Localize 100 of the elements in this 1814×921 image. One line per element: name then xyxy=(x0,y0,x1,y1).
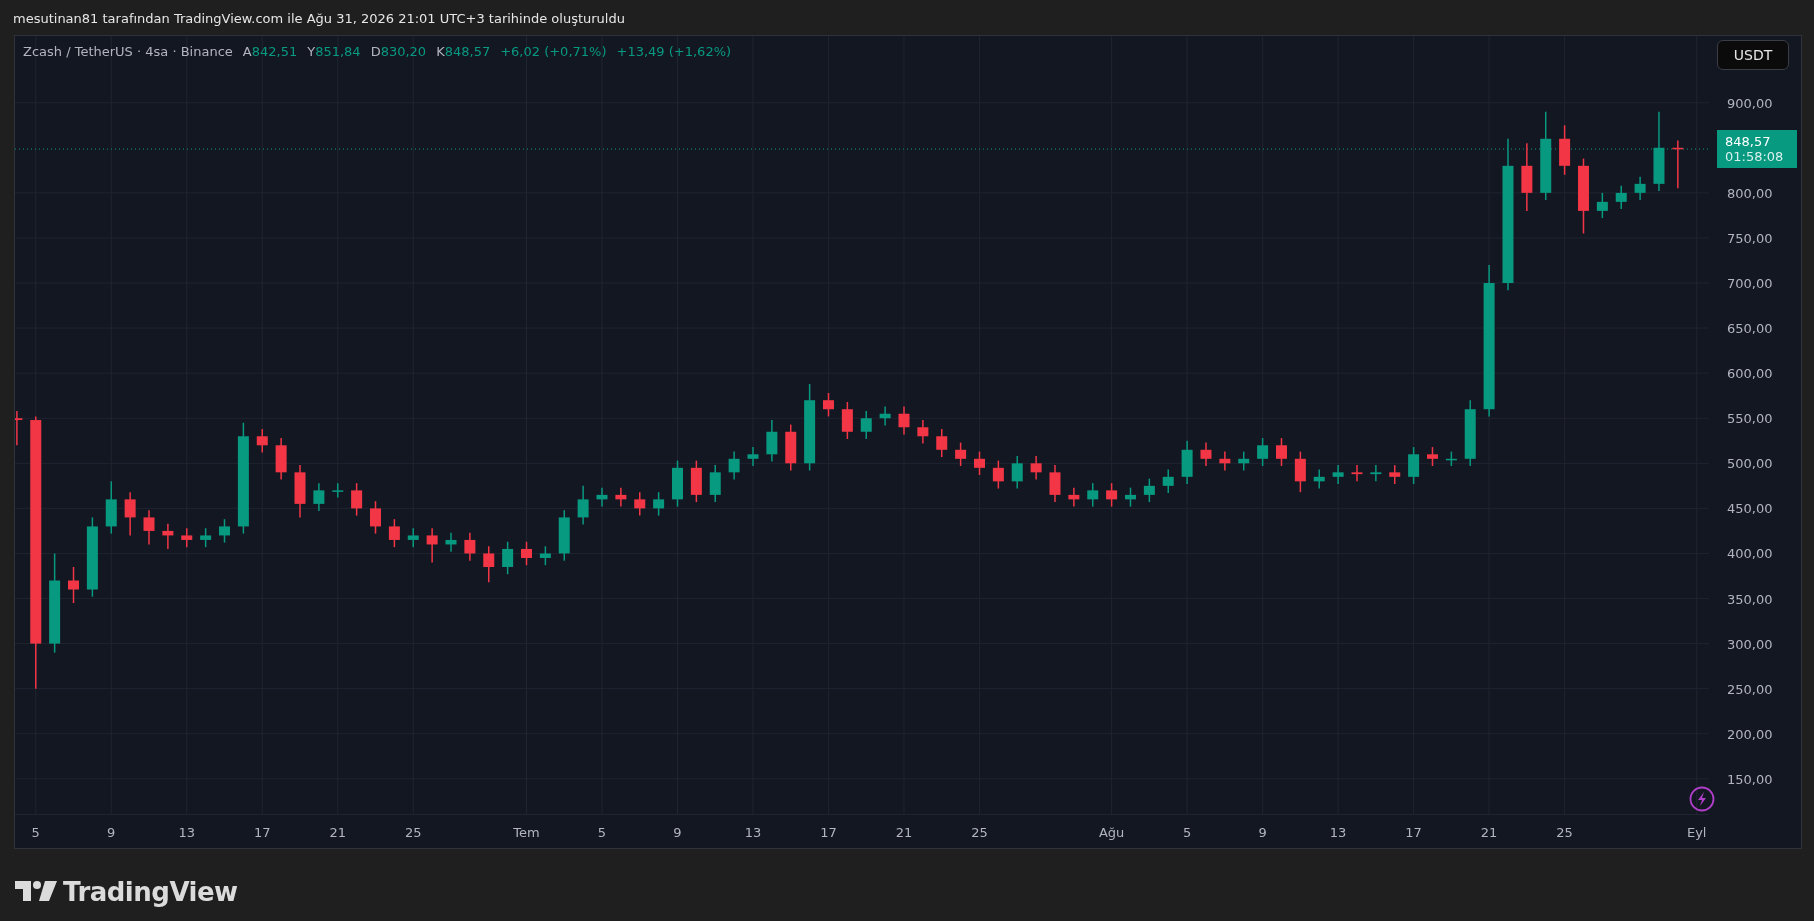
candlestick xyxy=(1125,486,1136,508)
time-axis-label: 25 xyxy=(1556,825,1573,840)
logo-icon xyxy=(15,881,57,903)
candlestick xyxy=(162,522,174,550)
candlestick xyxy=(841,401,853,440)
candlestick xyxy=(1181,440,1193,485)
time-axis-label: 13 xyxy=(178,825,196,840)
candlestick xyxy=(1200,441,1212,467)
candlestick xyxy=(1672,139,1684,190)
candlestick xyxy=(539,545,551,566)
candlestick xyxy=(577,485,589,526)
candlestick xyxy=(596,486,608,508)
candlestick xyxy=(955,441,967,467)
candlestick xyxy=(672,459,683,508)
time-axis-label: Ağu xyxy=(1098,825,1125,840)
candlestick xyxy=(1351,464,1363,483)
ohlc-value: A842,51 xyxy=(242,44,298,59)
ohlc-value: K848,57 xyxy=(436,44,491,59)
time-axis-label: 9 xyxy=(107,825,116,840)
candlestick xyxy=(879,405,891,427)
time-axis-label: 9 xyxy=(1258,825,1267,840)
time-axis-label: Eyl xyxy=(1686,825,1707,840)
price-axis-label: 900,00 xyxy=(1727,95,1773,111)
price-axis-label: 750,00 xyxy=(1727,230,1773,246)
candlestick xyxy=(1596,192,1608,219)
candlestick xyxy=(1049,464,1061,503)
candlestick xyxy=(1634,175,1646,201)
candlestick xyxy=(1464,399,1476,467)
candlestick xyxy=(1332,464,1344,485)
candlestick xyxy=(124,491,136,537)
candlestick xyxy=(275,437,287,481)
currency-button[interactable]: USDT xyxy=(1717,40,1789,70)
candlestick xyxy=(313,482,325,512)
candlestick xyxy=(407,527,419,548)
candlestick xyxy=(1219,450,1231,472)
candlestick xyxy=(974,450,985,476)
ohlc-value: D830,20 xyxy=(370,44,427,59)
time-axis-label: 25 xyxy=(971,825,988,840)
price-axis-label: 500,00 xyxy=(1727,456,1773,472)
price-axis-label: 700,00 xyxy=(1727,276,1773,291)
candlestick xyxy=(68,566,79,604)
candlestick xyxy=(502,541,514,575)
candlestick xyxy=(823,392,834,418)
time-axis-label: 17 xyxy=(254,825,271,840)
candlestick xyxy=(332,482,344,499)
price-axis-label: 150,00 xyxy=(1727,771,1773,787)
candlestick xyxy=(766,419,778,463)
candlestick xyxy=(483,545,495,584)
time-axis-label: 21 xyxy=(329,825,347,840)
time-axis-label: 21 xyxy=(895,825,913,840)
price-change: +13,49 (+1,62%) xyxy=(616,44,732,59)
candlestick xyxy=(1427,446,1438,467)
candlestick xyxy=(426,527,438,564)
candlestick xyxy=(898,405,910,436)
candlestick xyxy=(200,527,212,548)
price-axis-label: 350,00 xyxy=(1727,591,1773,607)
candlestick xyxy=(388,518,400,548)
time-axis-label: 25 xyxy=(405,825,422,840)
candlestick xyxy=(1615,184,1627,210)
price-axis-label: 400,00 xyxy=(1727,546,1773,562)
candlestick xyxy=(1011,455,1023,490)
price-axis-label: 800,00 xyxy=(1727,185,1773,201)
candlestick xyxy=(1030,455,1042,481)
bar-countdown: 01:58:08 xyxy=(1725,149,1785,165)
time-axis-label: 9 xyxy=(673,825,682,840)
candlestick xyxy=(219,518,230,544)
candlestick xyxy=(294,464,306,519)
candlestick xyxy=(653,491,665,517)
candlestick xyxy=(1068,486,1080,508)
candlestick xyxy=(1257,437,1269,467)
ohlc-value: Y851,84 xyxy=(307,44,361,59)
price-axis-label: 550,00 xyxy=(1727,411,1773,427)
candlestick xyxy=(917,419,929,445)
candlestick xyxy=(992,459,1004,490)
time-axis-label: 5 xyxy=(31,825,40,840)
brand-name: TradingView xyxy=(63,877,238,907)
candlestick xyxy=(351,482,363,517)
candlestick xyxy=(1294,450,1306,493)
candlestick xyxy=(1408,446,1420,485)
candlestick xyxy=(1445,450,1457,467)
price-change: +6,02 (+0,71%) xyxy=(500,44,607,59)
price-axis-label: 300,00 xyxy=(1727,636,1773,652)
price-axis-label: 250,00 xyxy=(1727,681,1773,697)
candlestick xyxy=(521,541,532,566)
time-axis-label: 21 xyxy=(1480,825,1498,840)
candlestick xyxy=(634,491,646,517)
candlestick xyxy=(370,500,381,535)
lightning-icon[interactable] xyxy=(1689,786,1715,812)
candlestick xyxy=(181,527,193,548)
price-axis-label: 600,00 xyxy=(1727,366,1773,382)
time-axis-label: Tem xyxy=(513,825,540,840)
time-axis-label: 13 xyxy=(744,825,762,840)
candlestick xyxy=(785,423,797,472)
candlestick xyxy=(1238,450,1250,472)
candlestick xyxy=(709,464,721,503)
candlestick xyxy=(445,532,457,553)
symbol-title: Zcash / TetherUS · 4sa · Binance xyxy=(23,44,233,59)
candlestick xyxy=(1313,468,1325,490)
time-axis-label: 13 xyxy=(1329,825,1347,840)
candlestick xyxy=(1389,464,1401,485)
